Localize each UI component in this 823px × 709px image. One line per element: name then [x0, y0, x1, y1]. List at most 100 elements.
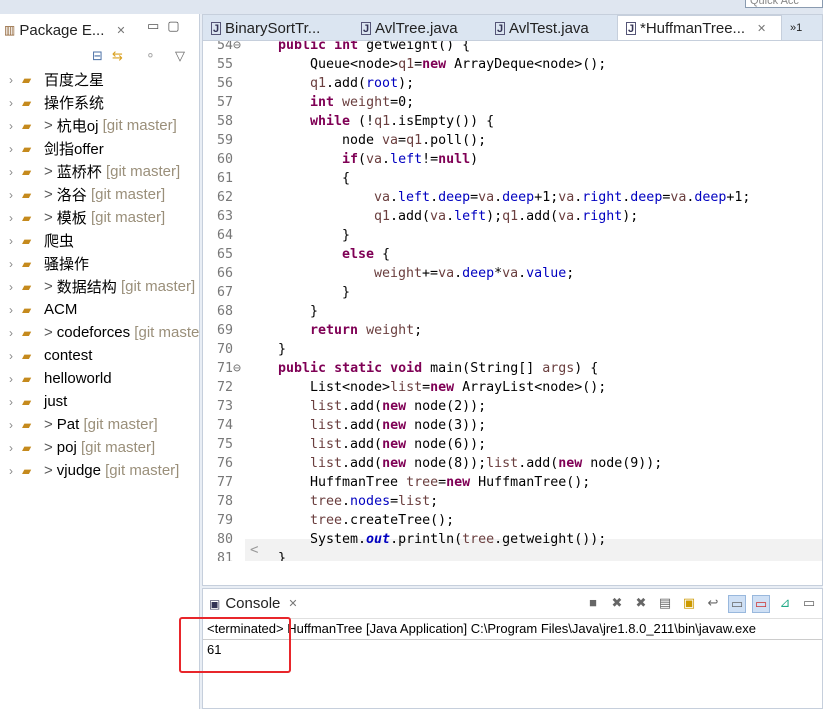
code-token: )	[470, 152, 479, 167]
close-icon[interactable]: ✕	[288, 597, 297, 610]
code-token: new	[382, 399, 407, 414]
maximize-icon[interactable]: ▢	[167, 18, 187, 33]
code-editor[interactable]: < 54⊖ public int getweight() {55 Queue<nod…	[203, 41, 822, 561]
expand-arrow-icon[interactable]: ›	[0, 73, 22, 87]
expand-arrow-icon[interactable]: ›	[0, 257, 22, 271]
tree-item[interactable]: › ▰ > 洛谷 [git master]	[0, 183, 199, 206]
project-folder-icon: ▰	[22, 118, 32, 133]
minimize-icon[interactable]: ▭	[147, 18, 167, 33]
pin-console-icon[interactable]: ⊿	[776, 595, 794, 613]
expand-arrow-icon[interactable]: ›	[0, 464, 22, 478]
expand-arrow-icon[interactable]: ›	[0, 234, 22, 248]
code-token: deep	[630, 190, 663, 205]
code-token: va	[558, 190, 575, 205]
editor-tab[interactable]: J *HuffmanTree... ✕	[617, 15, 782, 40]
tree-item[interactable]: › ▰ 剑指offer	[0, 137, 199, 160]
code-token: q1	[310, 76, 327, 91]
code-token: right	[582, 209, 623, 224]
code-token: +=	[422, 266, 439, 281]
word-wrap-icon[interactable]: ↩	[704, 595, 722, 613]
remove-launch-icon[interactable]: ✖	[608, 595, 626, 613]
display-console-icon[interactable]: ▭	[800, 595, 818, 613]
remove-all-launches-icon[interactable]: ✖	[632, 595, 650, 613]
expand-arrow-icon[interactable]: ›	[0, 418, 22, 432]
git-branch-label: [git master]	[98, 117, 177, 134]
clear-console-icon[interactable]: ▤	[656, 595, 674, 613]
code-token: list	[310, 399, 343, 414]
console-tab-label[interactable]: Console	[225, 595, 280, 612]
expand-arrow-icon[interactable]: ›	[0, 211, 22, 225]
tree-item[interactable]: › ▰ 操作系统	[0, 91, 199, 114]
code-token: list	[390, 380, 423, 395]
tree-item[interactable]: › ▰ contest	[0, 344, 199, 367]
tab-label: BinarySortTr...	[225, 19, 321, 37]
expand-arrow-icon[interactable]: ›	[0, 441, 22, 455]
code-token: main(String[]	[422, 361, 543, 376]
git-dirty-marker: >	[44, 117, 53, 134]
code-line: node va=q1.poll();	[342, 131, 486, 150]
code-token: weight	[342, 95, 391, 110]
expand-arrow-icon[interactable]: ›	[0, 349, 22, 363]
tree-item[interactable]: › ▰ ACM	[0, 298, 199, 321]
project-name: contest	[44, 347, 93, 364]
close-icon[interactable]: ✕	[116, 24, 125, 37]
tab-package-explorer[interactable]: ▥ Package E... ✕	[4, 14, 134, 46]
terminate-icon[interactable]: ■	[584, 595, 602, 613]
java-file-icon: J	[626, 22, 636, 35]
view-menu-icon[interactable]: ▽	[175, 48, 185, 64]
line-number: 81	[217, 551, 234, 561]
tree-item[interactable]: › ▰ > 数据结构 [git master]	[0, 275, 199, 298]
expand-arrow-icon[interactable]: ›	[0, 303, 22, 317]
java-file-icon: J	[211, 21, 221, 35]
expand-arrow-icon[interactable]: ›	[0, 119, 22, 133]
filter-icon[interactable]: ⚬	[145, 48, 156, 64]
line-number: 65	[217, 247, 234, 262]
expand-arrow-icon[interactable]: ›	[0, 326, 22, 340]
code-token: (	[358, 152, 367, 167]
code-token: .isEmpty()) {	[390, 114, 495, 129]
tree-item[interactable]: › ▰ > 杭电oj [git master]	[0, 114, 199, 137]
tree-item[interactable]: › ▰ > Pat [git master]	[0, 413, 199, 436]
collapse-all-icon[interactable]: ⊟	[92, 48, 103, 64]
line-number: 58	[217, 114, 234, 129]
expand-arrow-icon[interactable]: ›	[0, 280, 22, 294]
code-line: }	[342, 226, 350, 245]
expand-arrow-icon[interactable]: ›	[0, 395, 22, 409]
code-token: new	[558, 456, 583, 471]
tree-item[interactable]: › ▰ helloworld	[0, 367, 199, 390]
close-icon[interactable]: ✕	[757, 22, 766, 35]
editor-tab[interactable]: J AvlTree.java	[353, 15, 487, 40]
tree-item[interactable]: › ▰ 爬虫	[0, 229, 199, 252]
tree-item[interactable]: › ▰ 骚操作	[0, 252, 199, 275]
tree-item[interactable]: › ▰ > poj [git master]	[0, 436, 199, 459]
expand-arrow-icon[interactable]: ›	[0, 165, 22, 179]
java-file-icon: J	[495, 21, 505, 35]
git-branch-label: [git master]	[76, 439, 156, 456]
expand-arrow-icon[interactable]: ›	[0, 188, 22, 202]
editor-tab[interactable]: J AvlTest.java	[487, 15, 617, 40]
expand-arrow-icon[interactable]: ›	[0, 96, 22, 110]
code-token: HuffmanTree();	[470, 475, 591, 490]
show-on-output-icon[interactable]: ▭	[728, 595, 746, 613]
project-name: Pat	[56, 416, 80, 433]
quick-access-input[interactable]: Quick Acc	[745, 0, 823, 8]
tree-item[interactable]: ›▰ >codeforces [git master]	[0, 321, 199, 344]
tree-item[interactable]: › ▰ > vjudge [git master]	[0, 459, 199, 482]
tab-overflow-button[interactable]: »1	[782, 15, 810, 40]
scroll-lock-icon[interactable]: ▣	[680, 595, 698, 613]
editor-tabs: J BinarySortTr... J AvlTree.java J AvlTest.ja…	[203, 15, 822, 41]
tree-item[interactable]: › ▰ just	[0, 390, 199, 413]
tree-item[interactable]: › ▰ 百度之星	[0, 68, 199, 91]
show-on-error-icon[interactable]: ▭	[752, 595, 770, 613]
code-line: tree.nodes=list;	[310, 492, 438, 511]
link-editor-icon[interactable]: ⇆	[112, 48, 123, 64]
expand-arrow-icon[interactable]: ›	[0, 142, 22, 156]
tree-item[interactable]: › ▰ > 蓝桥杯 [git master]	[0, 160, 199, 183]
tree-item[interactable]: › ▰ > 模板 [git master]	[0, 206, 199, 229]
editor-tab[interactable]: J BinarySortTr...	[203, 15, 353, 40]
expand-arrow-icon[interactable]: ›	[0, 372, 22, 386]
project-folder-icon: ▰	[22, 325, 32, 340]
code-token: right	[582, 190, 623, 205]
